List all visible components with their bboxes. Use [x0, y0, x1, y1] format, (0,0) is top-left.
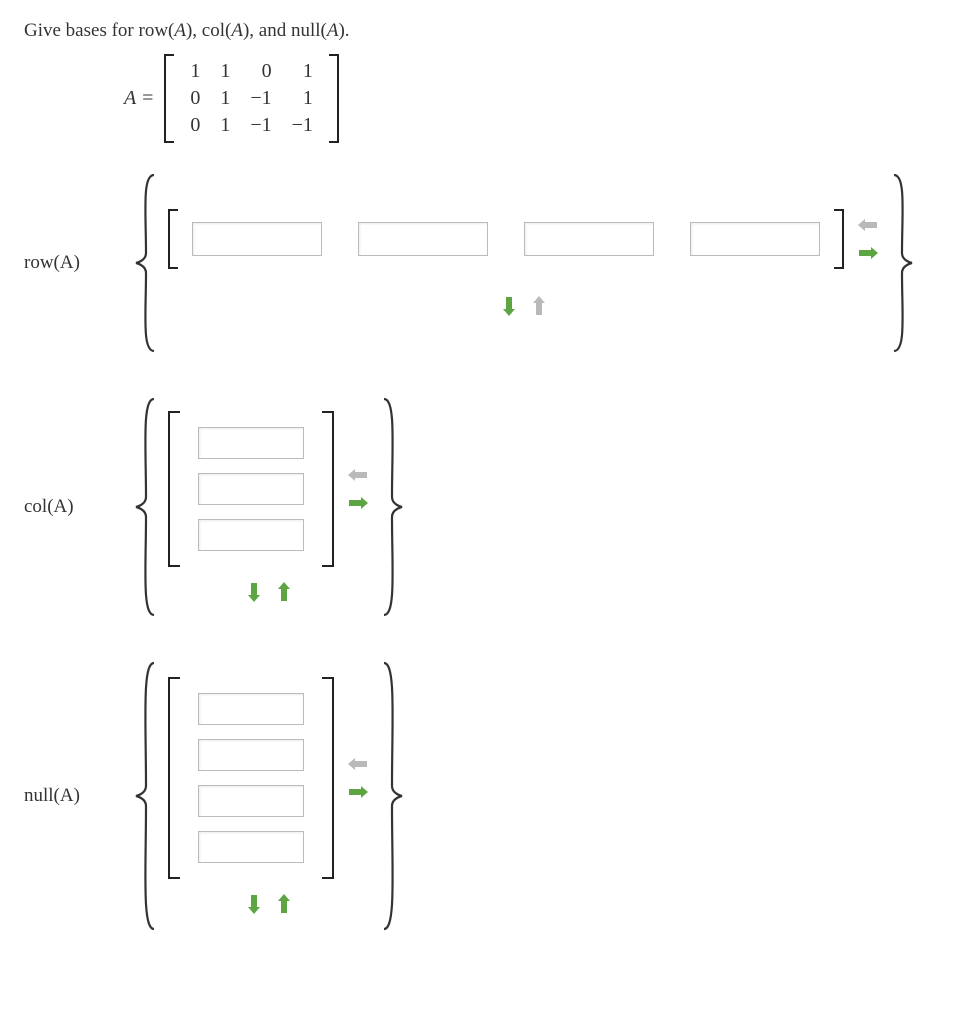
row-vec-input-1[interactable] — [192, 222, 322, 256]
row-A-answer: row(A) — [24, 173, 939, 353]
null-vec-add-remove-h — [346, 753, 370, 803]
matrix-cell: 1 — [282, 58, 323, 85]
matrix-body: 1 1 0 1 0 1 −1 1 0 1 −1 −1 — [174, 54, 329, 143]
curly-brace-right — [888, 173, 914, 353]
add-row-icon[interactable] — [242, 581, 266, 603]
remove-column-icon[interactable] — [856, 214, 880, 236]
col-vector-inputs — [180, 411, 322, 567]
matrix-cell: 0 — [180, 112, 210, 139]
var-A-3: A — [327, 20, 339, 41]
matrix-cell: 1 — [210, 85, 240, 112]
prompt-text-1: Give bases for row( — [24, 20, 174, 41]
matrix-cell: 1 — [210, 112, 240, 139]
remove-vector-icon[interactable] — [527, 295, 551, 317]
curly-brace-left — [134, 173, 160, 353]
vec-bracket-right — [322, 677, 334, 879]
remove-row-icon[interactable] — [272, 893, 296, 915]
null-vec-input-4[interactable] — [198, 831, 304, 863]
null-A-label: null(A) — [24, 785, 134, 807]
matrix-row: 1 1 0 1 — [180, 58, 323, 85]
col-A-answer: col(A) — [24, 397, 939, 617]
col-A-set-body — [160, 397, 378, 617]
matrix-bracket-left — [164, 54, 174, 143]
curly-brace-right — [378, 661, 404, 931]
matrix-cell: −1 — [282, 112, 323, 139]
null-vector-inputs — [180, 677, 322, 879]
col-row-add-remove — [242, 581, 296, 603]
prompt-text-2: ), col( — [186, 20, 231, 41]
col-A-label: col(A) — [24, 496, 134, 518]
col-vec-input-3[interactable] — [198, 519, 304, 551]
var-A-2: A — [231, 20, 243, 41]
vec-bracket-left — [168, 677, 180, 879]
null-vec-input-2[interactable] — [198, 739, 304, 771]
row-vec-input-4[interactable] — [690, 222, 820, 256]
matrix-cell: −1 — [240, 85, 281, 112]
add-column-icon[interactable] — [856, 242, 880, 264]
curly-brace-left — [134, 397, 160, 617]
vec-bracket-left — [168, 209, 178, 269]
row-A-set-body — [160, 173, 888, 353]
equals-sign: = — [136, 87, 155, 109]
row-col-add-remove — [856, 214, 880, 264]
add-vector-icon[interactable] — [497, 295, 521, 317]
curly-brace-left — [134, 661, 160, 931]
col-vec-input-2[interactable] — [198, 473, 304, 505]
add-vector-icon[interactable] — [346, 492, 370, 514]
vec-bracket-right — [322, 411, 334, 567]
matrix-row: 0 1 −1 −1 — [180, 112, 323, 139]
col-vec-add-remove-h — [346, 464, 370, 514]
null-vec-input-1[interactable] — [198, 693, 304, 725]
remove-vector-icon[interactable] — [346, 753, 370, 775]
row-vec-input-2[interactable] — [358, 222, 488, 256]
null-A-answer: null(A) — [24, 661, 939, 931]
matrix-cell: 1 — [180, 58, 210, 85]
question-prompt: Give bases for row(A), col(A), and null(… — [24, 20, 939, 42]
row-vector-inputs — [178, 212, 834, 266]
remove-row-icon[interactable] — [272, 581, 296, 603]
matrix-lhs: A = — [124, 87, 154, 110]
row-vec-input-3[interactable] — [524, 222, 654, 256]
matrix-row: 0 1 −1 1 — [180, 85, 323, 112]
curly-brace-right — [378, 397, 404, 617]
matrix-cell: 1 — [210, 58, 240, 85]
matrix-bracket: 1 1 0 1 0 1 −1 1 0 1 −1 −1 — [164, 54, 339, 143]
col-vec-input-1[interactable] — [198, 427, 304, 459]
matrix-cell: 0 — [240, 58, 281, 85]
vec-bracket-right — [834, 209, 844, 269]
matrix-cell: 1 — [282, 85, 323, 112]
add-row-icon[interactable] — [242, 893, 266, 915]
add-vector-icon[interactable] — [346, 781, 370, 803]
matrix-definition: A = 1 1 0 1 0 1 −1 1 0 1 — [124, 54, 939, 143]
remove-vector-icon[interactable] — [346, 464, 370, 486]
row-A-label: row(A) — [24, 252, 134, 274]
matrix-var: A — [124, 87, 136, 109]
matrix-cell: 0 — [180, 85, 210, 112]
col-vector — [168, 411, 334, 567]
null-vector — [168, 677, 334, 879]
null-vec-input-3[interactable] — [198, 785, 304, 817]
row-vector — [168, 209, 844, 269]
null-A-set-body — [160, 661, 378, 931]
vec-bracket-left — [168, 411, 180, 567]
row-A-set — [134, 173, 914, 353]
null-row-add-remove — [242, 893, 296, 915]
matrix-bracket-right — [329, 54, 339, 143]
row-vec-add-remove — [497, 295, 551, 317]
null-A-set — [134, 661, 404, 931]
col-A-set — [134, 397, 404, 617]
prompt-text-4: ). — [338, 20, 349, 41]
matrix-cell: −1 — [240, 112, 281, 139]
var-A-1: A — [174, 20, 186, 41]
prompt-text-3: ), and null( — [243, 20, 327, 41]
